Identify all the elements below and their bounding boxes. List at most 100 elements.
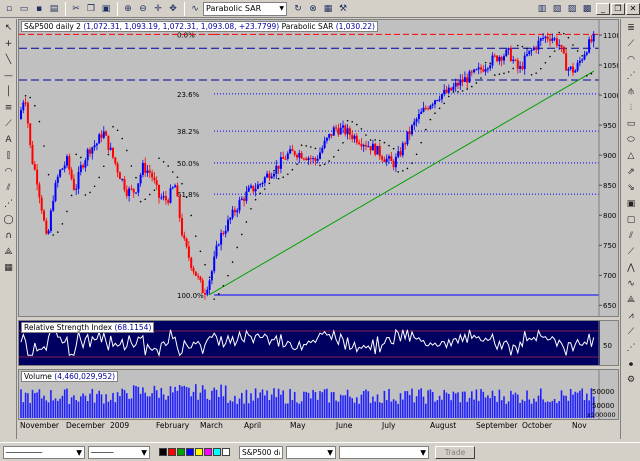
open-icon[interactable]: ▭	[17, 2, 31, 16]
pointer-icon[interactable]: ↖	[1, 21, 16, 35]
trend-icon[interactable]: ⟋	[622, 245, 640, 259]
color-swatch[interactable]	[159, 448, 167, 456]
arrow-up-icon[interactable]: ⇗	[622, 165, 640, 179]
arrow-down-icon[interactable]: ⇘	[622, 181, 640, 195]
color-swatch[interactable]	[204, 448, 212, 456]
triangle-icon[interactable]: △	[622, 149, 640, 163]
volume-bar	[321, 392, 324, 418]
refresh-icon[interactable]: ↻	[291, 2, 305, 16]
pitchfork-icon[interactable]: ⫛	[622, 85, 640, 99]
fibonacci-levels: 0.0%23.6%38.2%50.0%61.8%100.0%	[19, 31, 599, 300]
speedline-icon[interactable]: ⋰	[1, 197, 16, 211]
fib-fan-icon[interactable]: ⟋	[622, 37, 640, 51]
trendline-group	[208, 70, 595, 296]
price-chart-panel[interactable]: 0.0%23.6%38.2%50.0%61.8%100.0% 110010501…	[18, 19, 619, 317]
quadrant-icon[interactable]: ⋰	[622, 341, 640, 355]
rectangle-icon[interactable]: ▭	[622, 117, 640, 131]
sar-dot	[512, 67, 514, 70]
volume-bar	[178, 385, 181, 418]
volume-bar	[383, 390, 386, 418]
save-icon[interactable]: ▪	[32, 2, 46, 16]
raff-icon[interactable]: ⩘	[622, 309, 640, 323]
settings-icon[interactable]: ⚙	[622, 373, 640, 387]
ray-icon[interactable]: ⟋	[1, 117, 16, 131]
minimize-button[interactable]: _	[596, 2, 610, 15]
text-tool-icon[interactable]: A	[1, 133, 16, 147]
speed-resistance-icon[interactable]: ⫽	[622, 229, 640, 243]
pan-icon[interactable]: ✥	[166, 2, 180, 16]
price-bar-body	[26, 102, 29, 124]
volume-bar	[358, 403, 360, 418]
account-select[interactable]: ▼	[339, 445, 429, 459]
indicator-select[interactable]: Parabolic SAR ▼	[203, 1, 287, 16]
square-icon[interactable]: ▢	[622, 213, 640, 227]
color-swatch[interactable]	[213, 448, 221, 456]
indicator-icon[interactable]: ∿	[188, 2, 202, 16]
rsi-panel[interactable]: 50 Relative Strength Index (68.1154)	[18, 320, 619, 366]
fan-icon[interactable]: ⟁	[1, 245, 16, 259]
color-swatch[interactable]	[195, 448, 203, 456]
line-width-select[interactable]: ───── ▼	[88, 445, 150, 459]
crosshair-icon[interactable]: ✛	[151, 2, 165, 16]
tone-icon[interactable]: ▣	[622, 197, 640, 211]
trade-button[interactable]: Trade	[435, 445, 475, 459]
period-select[interactable]: ▼	[286, 445, 336, 459]
error-channel-icon[interactable]: ⟋	[622, 325, 640, 339]
channel-icon[interactable]: ⫽	[1, 181, 16, 195]
color-swatch[interactable]	[168, 448, 176, 456]
wave-icon[interactable]: ∿	[622, 277, 640, 291]
fib-arc-icon[interactable]: ◠	[622, 53, 640, 67]
ellipse-tool-icon[interactable]: ⬭	[622, 133, 640, 147]
tile-icon[interactable]: ▥	[535, 2, 549, 16]
fib-retracement-icon[interactable]: ≣	[622, 21, 640, 35]
line-tool-icon[interactable]: ╲	[1, 53, 16, 67]
window-icon[interactable]: ▩	[580, 2, 594, 16]
sar-dot	[530, 74, 533, 76]
arc-tool-icon[interactable]: ◠	[1, 165, 16, 179]
price-chart-svg[interactable]: 0.0%23.6%38.2%50.0%61.8%100.0% 110010501…	[19, 20, 618, 316]
new-icon[interactable]: ▫	[2, 2, 16, 16]
restore-button[interactable]: ❐	[611, 2, 625, 15]
fan-right-icon[interactable]: ⟁	[622, 293, 640, 307]
sar-dot	[553, 50, 556, 52]
horizontal-line-icon[interactable]: —	[1, 69, 16, 83]
grid-tool-icon[interactable]: ▦	[1, 261, 16, 275]
parallel-lines-icon[interactable]: ≡	[1, 101, 16, 115]
zoom-out-icon[interactable]: ⊖	[136, 2, 150, 16]
gann-icon[interactable]: ⋰	[622, 69, 640, 83]
chart-icon[interactable]: ▦	[321, 2, 335, 16]
symbol-select[interactable]: S&P500 daily	[239, 445, 283, 459]
cascade-icon[interactable]: ▧	[550, 2, 564, 16]
close-button[interactable]: ✕	[626, 2, 640, 15]
price-bar-body	[146, 170, 149, 173]
line-style-select[interactable]: ──────── ▼	[3, 445, 85, 459]
vertical-line-icon[interactable]: │	[1, 85, 16, 99]
price-bar-body	[171, 187, 174, 189]
paste-icon[interactable]: ▣	[99, 2, 113, 16]
crosshair-tool-icon[interactable]: +	[1, 37, 16, 51]
color-swatch[interactable]	[222, 448, 230, 456]
price-bar-body	[330, 134, 333, 136]
zoom-in-icon[interactable]: ⊕	[121, 2, 135, 16]
price-bar-body	[408, 131, 411, 135]
price-bar-body	[82, 165, 85, 168]
bar-marker-icon[interactable]: ⫿	[1, 149, 16, 163]
color-swatch[interactable]	[177, 448, 185, 456]
cut-icon[interactable]: ✂	[69, 2, 83, 16]
tools-icon[interactable]: ⚒	[336, 2, 350, 16]
price-bar-body	[245, 191, 248, 201]
color-swatch[interactable]	[186, 448, 194, 456]
zigzag-icon[interactable]: ⋀	[622, 261, 640, 275]
arrange-icon[interactable]: ▨	[565, 2, 579, 16]
cycle-icon[interactable]: ∩	[1, 229, 16, 243]
cycle-lines-icon[interactable]: ⦙	[622, 101, 640, 115]
print-icon[interactable]: ▤	[47, 2, 61, 16]
volume-bar	[381, 402, 383, 418]
price-bar-body	[519, 66, 522, 69]
volume-panel[interactable]: 50000 50000 x100000 Volume (4,460,029,95…	[18, 369, 619, 420]
binoculars-icon[interactable]: ⊗	[306, 2, 320, 16]
marker-icon[interactable]: ⦁	[622, 357, 640, 371]
ellipse-icon[interactable]: ◯	[1, 213, 16, 227]
price-bar-body	[118, 172, 121, 180]
copy-icon[interactable]: ❐	[84, 2, 98, 16]
